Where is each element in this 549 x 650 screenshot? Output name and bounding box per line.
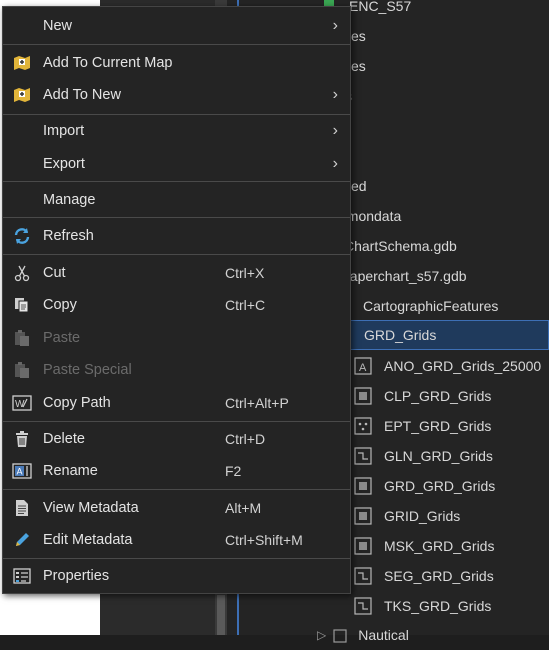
svg-text:A: A bbox=[359, 362, 367, 374]
menu-item-edit-metadata[interactable]: Edit Metadata Ctrl+Shift+M bbox=[3, 525, 350, 555]
scrollbar-thumb[interactable] bbox=[217, 595, 225, 635]
tree-row-label: CartographicFeatures bbox=[363, 298, 499, 314]
scissors-icon bbox=[11, 262, 33, 284]
line-feature-icon bbox=[354, 567, 372, 585]
menu-separator bbox=[3, 217, 350, 218]
menu-item-add-to-new[interactable]: Add To New › bbox=[3, 80, 350, 110]
tree-row-label: ENC_S57 bbox=[349, 0, 412, 14]
tree-row-label: paperchart_s57.gdb bbox=[342, 268, 467, 284]
menu-item-export[interactable]: Export › bbox=[3, 149, 350, 179]
paste-icon bbox=[11, 327, 33, 349]
tree-row-label: TKS_GRD_Grids bbox=[384, 598, 492, 614]
menu-item-label: View Metadata bbox=[43, 500, 139, 516]
menu-separator bbox=[3, 421, 350, 422]
menu-item-label: Cut bbox=[43, 265, 66, 281]
tree-row-label: ChartSchema.gdb bbox=[344, 238, 457, 254]
menu-separator bbox=[3, 489, 350, 490]
tree-row-label: ANO_GRD_Grids_25000 bbox=[384, 358, 542, 374]
menu-item-cut[interactable]: Cut Ctrl+X bbox=[3, 258, 350, 288]
feature-dataset-icon bbox=[333, 629, 347, 643]
line-feature-icon bbox=[354, 447, 372, 465]
menu-item-label: Edit Metadata bbox=[43, 532, 133, 548]
line-feature-icon bbox=[354, 597, 372, 615]
tree-row-label: Nautical bbox=[358, 627, 409, 643]
menu-item-shortcut: Ctrl+D bbox=[225, 431, 266, 447]
rename-icon: A bbox=[11, 460, 33, 482]
polygon-feature-icon bbox=[354, 477, 372, 495]
menu-item-properties[interactable]: Properties bbox=[3, 561, 350, 591]
annotation-icon: A bbox=[354, 357, 372, 375]
menu-item-label: Paste Special bbox=[43, 362, 132, 378]
menu-item-shortcut: Ctrl+C bbox=[225, 297, 266, 313]
menu-item-shortcut: Ctrl+X bbox=[225, 265, 265, 281]
menu-item-add-to-current-map[interactable]: Add To Current Map bbox=[3, 48, 350, 78]
menu-separator bbox=[3, 44, 350, 45]
chevron-right-icon: › bbox=[332, 122, 338, 139]
menu-item-copy[interactable]: Copy Ctrl+C bbox=[3, 290, 350, 320]
tree-row-label: GRD_GRD_Grids bbox=[384, 478, 496, 494]
menu-item-label: Add To New bbox=[43, 87, 121, 103]
menu-item-label: Add To Current Map bbox=[43, 55, 173, 71]
menu-item-paste-special[interactable]: Paste Special bbox=[3, 355, 350, 385]
tree-row-label: EPT_GRD_Grids bbox=[384, 418, 492, 434]
add-to-new-icon bbox=[11, 84, 33, 106]
chevron-right-icon[interactable]: ▷ bbox=[317, 628, 326, 642]
menu-item-label: Copy Path bbox=[43, 395, 111, 411]
chevron-right-icon: › bbox=[332, 17, 338, 34]
menu-item-label: Delete bbox=[43, 431, 85, 447]
menu-item-label: Properties bbox=[43, 568, 110, 584]
properties-icon bbox=[11, 565, 33, 587]
menu-item-paste[interactable]: Paste bbox=[3, 323, 350, 353]
context-menu: New › Add To Current Map Add To New › Im… bbox=[2, 6, 351, 594]
tree-row-label: GRID_Grids bbox=[384, 508, 461, 524]
menu-item-rename[interactable]: A Rename F2 bbox=[3, 456, 350, 486]
menu-item-import[interactable]: Import › bbox=[3, 116, 350, 146]
menu-item-label: Export bbox=[43, 156, 85, 172]
menu-item-shortcut: Ctrl+Alt+P bbox=[225, 395, 289, 411]
menu-separator bbox=[3, 558, 350, 559]
polygon-feature-icon bbox=[354, 537, 372, 555]
tree-row-label: SEG_GRD_Grids bbox=[384, 568, 494, 584]
tree-row-label: CLP_GRD_Grids bbox=[384, 388, 492, 404]
menu-item-label: New bbox=[43, 18, 73, 34]
menu-item-label: Copy bbox=[43, 297, 77, 313]
add-to-map-icon bbox=[11, 52, 33, 74]
menu-item-delete[interactable]: Delete Ctrl+D bbox=[3, 424, 350, 454]
refresh-icon bbox=[11, 225, 33, 247]
menu-item-shortcut: Ctrl+Shift+M bbox=[225, 532, 303, 548]
menu-item-label: Refresh bbox=[43, 228, 94, 244]
paste-special-icon bbox=[11, 359, 33, 381]
copy-icon bbox=[11, 294, 33, 316]
pencil-icon bbox=[11, 529, 33, 551]
menu-separator bbox=[3, 254, 350, 255]
svg-text:A: A bbox=[17, 467, 23, 477]
menu-item-refresh[interactable]: Refresh bbox=[3, 221, 350, 251]
menu-item-new[interactable]: New › bbox=[3, 11, 350, 41]
polygon-feature-icon bbox=[354, 387, 372, 405]
tree-row-label: GLN_GRD_Grids bbox=[384, 448, 493, 464]
menu-item-label: Import bbox=[43, 123, 85, 139]
menu-item-manage[interactable]: Manage bbox=[3, 185, 350, 215]
menu-item-shortcut: F2 bbox=[225, 463, 242, 479]
polygon-feature-icon bbox=[354, 507, 372, 525]
menu-item-label: Paste bbox=[43, 330, 81, 346]
tree-row-nautical[interactable]: ▷ Nautical bbox=[239, 620, 549, 650]
chevron-right-icon: › bbox=[332, 86, 338, 103]
svg-text:W: W bbox=[15, 399, 25, 410]
menu-item-view-metadata[interactable]: View Metadata Alt+M bbox=[3, 493, 350, 523]
tree-row-feature-class[interactable]: TKS_GRD_Grids bbox=[239, 591, 549, 621]
menu-item-label: Rename bbox=[43, 463, 98, 479]
copy-path-icon: W bbox=[11, 392, 33, 414]
tree-row-label: MSK_GRD_Grids bbox=[384, 538, 495, 554]
menu-separator bbox=[3, 181, 350, 182]
menu-item-copy-path[interactable]: W Copy Path Ctrl+Alt+P bbox=[3, 388, 350, 418]
chevron-right-icon: › bbox=[332, 155, 338, 172]
menu-separator bbox=[3, 114, 350, 115]
metadata-icon bbox=[11, 497, 33, 519]
trash-icon bbox=[11, 428, 33, 450]
menu-item-shortcut: Alt+M bbox=[225, 500, 262, 516]
point-feature-icon bbox=[354, 417, 372, 435]
tree-row-label: GRD_Grids bbox=[364, 327, 437, 343]
menu-item-label: Manage bbox=[43, 192, 96, 208]
